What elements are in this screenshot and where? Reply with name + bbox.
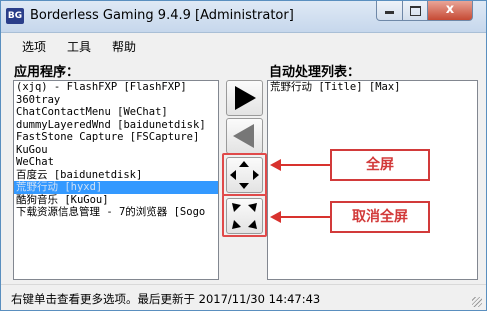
cancel-fullscreen-callout: 取消全屏 xyxy=(330,201,430,233)
list-item[interactable]: FastStone Capture [FSCapture] xyxy=(14,131,218,144)
list-item[interactable]: dummyLayeredWnd [baidunetdisk] xyxy=(14,119,218,132)
cancel-fullscreen-arrow xyxy=(280,216,330,218)
auto-list-label: 自动处理列表： xyxy=(269,65,361,80)
menu-help[interactable]: 帮助 xyxy=(112,38,136,55)
close-button[interactable]: x xyxy=(427,1,473,21)
list-item[interactable]: 百度云 [baidunetdisk] xyxy=(14,169,218,182)
menu-bar: 选项 工具 帮助 xyxy=(1,34,486,58)
play-left-icon xyxy=(233,124,254,148)
list-item[interactable]: KuGou xyxy=(14,144,218,157)
play-right-icon xyxy=(235,86,256,110)
collapse-arrows-icon xyxy=(232,203,257,229)
list-item[interactable]: 荒野行动 [hyxd] xyxy=(14,181,218,194)
list-item[interactable]: ChatContactMenu [WeChat] xyxy=(14,106,218,119)
window-title: Borderless Gaming 9.4.9 [Administrator] xyxy=(30,8,294,23)
status-text: 右键单击查看更多选项。最后更新于 2017/11/30 14:47:43 xyxy=(11,292,321,306)
status-bar: 右键单击查看更多选项。最后更新于 2017/11/30 14:47:43 xyxy=(1,284,486,311)
fullscreen-button[interactable] xyxy=(226,157,263,193)
minimize-button[interactable] xyxy=(376,1,403,21)
add-to-list-button[interactable] xyxy=(226,80,263,116)
close-icon: x xyxy=(445,2,455,17)
title-bar[interactable]: BG Borderless Gaming 9.4.9 [Administrato… xyxy=(1,1,486,33)
list-item[interactable]: 荒野行动 [Title] [Max] xyxy=(268,81,477,94)
expand-arrows-icon xyxy=(230,161,259,189)
list-item[interactable]: 下载资源信息管理 - 7的浏览器 [Sogo xyxy=(14,206,218,219)
remove-from-list-button[interactable] xyxy=(226,118,263,154)
app-icon: BG xyxy=(6,8,24,24)
menu-tools[interactable]: 工具 xyxy=(67,38,91,55)
cancel-fullscreen-arrowhead xyxy=(270,211,281,223)
maximize-icon xyxy=(409,6,421,16)
fullscreen-arrowhead xyxy=(270,159,281,171)
list-item[interactable]: 酷狗音乐 [KuGou] xyxy=(14,194,218,207)
fullscreen-callout: 全屏 xyxy=(330,149,430,181)
list-item[interactable]: 360tray xyxy=(14,94,218,107)
maximize-button[interactable] xyxy=(402,1,428,21)
cancel-fullscreen-button[interactable] xyxy=(226,198,263,234)
list-item[interactable]: WeChat xyxy=(14,156,218,169)
list-item[interactable]: (xjq) - FlashFXP [FlashFXP] xyxy=(14,81,218,94)
resize-grip[interactable] xyxy=(472,297,482,307)
menu-options[interactable]: 选项 xyxy=(22,38,46,55)
fullscreen-arrow xyxy=(280,164,330,166)
applications-list[interactable]: (xjq) - FlashFXP [FlashFXP] 360tray ChatCo… xyxy=(13,80,219,280)
applications-label: 应用程序： xyxy=(14,65,80,80)
minimize-icon xyxy=(385,11,394,14)
app-window: BG Borderless Gaming 9.4.9 [Administrato… xyxy=(0,0,487,311)
